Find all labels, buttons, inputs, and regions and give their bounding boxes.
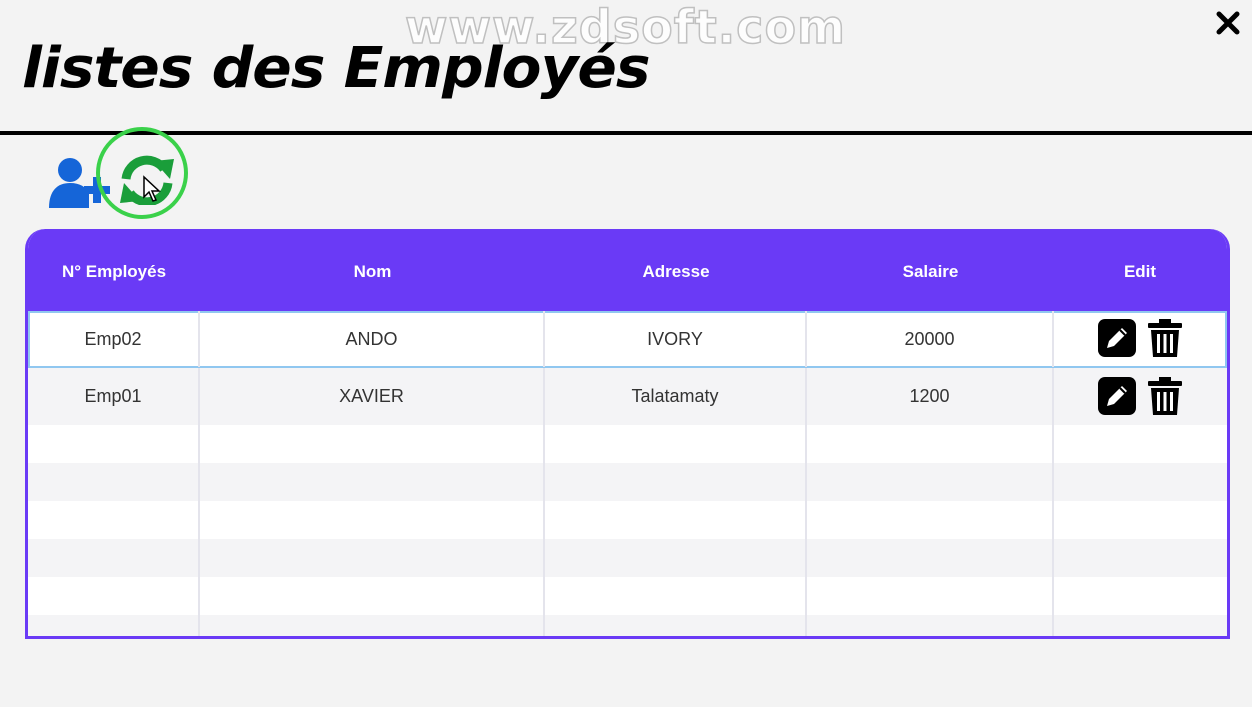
cell-salaire: 20000	[807, 311, 1054, 367]
cell-nom: XAVIER	[200, 367, 545, 425]
empty-row	[28, 463, 1227, 502]
edit-icon	[1098, 319, 1136, 357]
table-row[interactable]: Emp01 XAVIER Talatamaty 1200	[28, 367, 1227, 426]
close-icon	[1216, 11, 1240, 35]
close-button[interactable]	[1213, 8, 1243, 38]
delete-button[interactable]	[1148, 377, 1182, 420]
empty-row	[28, 425, 1227, 464]
cell-actions	[1054, 311, 1227, 367]
edit-button[interactable]	[1098, 319, 1136, 362]
cell-salaire: 1200	[807, 367, 1054, 425]
empty-row	[28, 615, 1227, 636]
refresh-button[interactable]	[96, 127, 196, 227]
column-header-salaire[interactable]: Salaire	[807, 229, 1054, 311]
trash-icon	[1148, 377, 1182, 415]
cell-adresse: Talatamaty	[545, 367, 807, 425]
cell-nom: ANDO	[200, 311, 545, 367]
column-header-edit: Edit	[1123, 262, 1157, 281]
column-header-id[interactable]: N° Employés	[28, 229, 200, 311]
column-header-nom[interactable]: Nom	[200, 229, 545, 311]
cell-id: Emp02	[28, 311, 200, 367]
table-header: N° Employés Nom Adresse Salaire Edit	[28, 229, 1227, 311]
cell-adresse: IVORY	[545, 311, 807, 367]
column-header-adresse[interactable]: Adresse	[545, 229, 807, 311]
edit-button[interactable]	[1098, 377, 1136, 420]
empty-row	[28, 577, 1227, 616]
cell-id: Emp01	[28, 367, 200, 425]
cell-actions	[1054, 367, 1227, 425]
table-row[interactable]: Emp02 ANDO IVORY 20000	[28, 311, 1227, 368]
employees-table: N° Employés Nom Adresse Salaire Edit Emp…	[25, 229, 1230, 639]
page-title: listes des Employés	[22, 36, 651, 101]
empty-row	[28, 539, 1227, 578]
mouse-cursor-icon	[143, 175, 161, 202]
edit-icon	[1098, 377, 1136, 415]
delete-button[interactable]	[1148, 319, 1182, 362]
trash-icon	[1148, 319, 1182, 357]
empty-row	[28, 501, 1227, 540]
